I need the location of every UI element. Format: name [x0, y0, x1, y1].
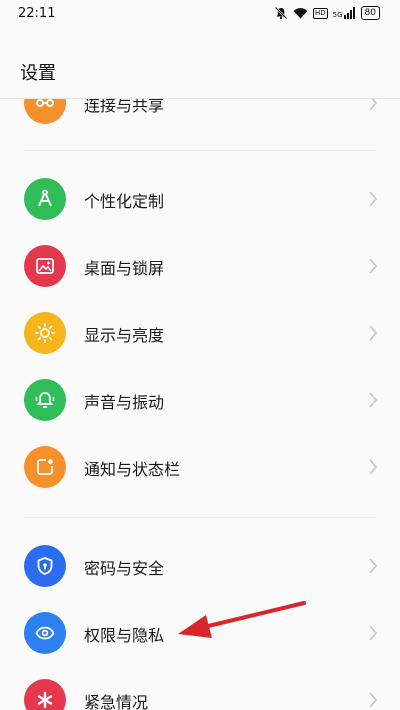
- chevron-right-icon: [368, 391, 378, 413]
- hd-badge: HD: [313, 7, 328, 19]
- eye-icon: [24, 612, 66, 654]
- settings-item-permissions-privacy[interactable]: 权限与隐私: [0, 600, 400, 666]
- settings-item-notification-statusbar[interactable]: 通知与状态栏: [0, 434, 400, 500]
- settings-item-connection-sharing[interactable]: 连接与共享: [0, 96, 400, 136]
- settings-item-label: 桌面与锁屏: [84, 259, 165, 278]
- settings-item-sound-vibration[interactable]: 声音与振动: [0, 367, 400, 433]
- section-divider: [24, 517, 376, 518]
- chevron-right-icon: [368, 691, 378, 710]
- settings-item-label: 密码与安全: [84, 559, 165, 578]
- settings-item-label: 连接与共享: [84, 96, 165, 115]
- settings-item-label: 个性化定制: [84, 192, 165, 211]
- chevron-right-icon: [368, 257, 378, 279]
- shield-icon: [24, 545, 66, 587]
- settings-item-label: 声音与振动: [84, 393, 165, 412]
- settings-item-label: 显示与亮度: [84, 326, 165, 345]
- settings-item-label: 通知与状态栏: [84, 460, 181, 479]
- chevron-right-icon: [368, 190, 378, 212]
- share-icon: [24, 99, 66, 124]
- picture-icon: [24, 245, 66, 287]
- signal-label: 5G: [332, 11, 343, 19]
- chevron-right-icon: [368, 557, 378, 579]
- settings-item-label: 权限与隐私: [84, 626, 165, 645]
- settings-item-desktop-lockscreen[interactable]: 桌面与锁屏: [0, 233, 400, 299]
- header-divider: [0, 98, 400, 99]
- page-title: 设置: [20, 63, 56, 84]
- signal-icon: 5G: [333, 7, 356, 19]
- notification-icon: [24, 446, 66, 488]
- status-bar: 22:11 HD 5G 80: [0, 0, 400, 30]
- asterisk-icon: [24, 679, 66, 710]
- section-divider: [24, 150, 376, 151]
- chevron-right-icon: [368, 324, 378, 346]
- settings-item-personalization[interactable]: 个性化定制: [0, 166, 400, 232]
- mute-bell-icon: [274, 6, 288, 20]
- battery-indicator: 80: [360, 6, 380, 20]
- chevron-right-icon: [368, 624, 378, 646]
- wifi-icon: [293, 7, 308, 19]
- settings-item-display-brightness[interactable]: 显示与亮度: [0, 300, 400, 366]
- brush-icon: [24, 178, 66, 220]
- status-time: 22:11: [18, 6, 56, 21]
- status-icons: HD 5G 80: [274, 6, 380, 20]
- settings-item-emergency[interactable]: 紧急情况: [0, 667, 400, 710]
- sun-icon: [24, 312, 66, 354]
- settings-item-label: 紧急情况: [84, 693, 149, 710]
- bell-icon: [24, 379, 66, 421]
- chevron-right-icon: [368, 458, 378, 480]
- settings-item-password-security[interactable]: 密码与安全: [0, 533, 400, 599]
